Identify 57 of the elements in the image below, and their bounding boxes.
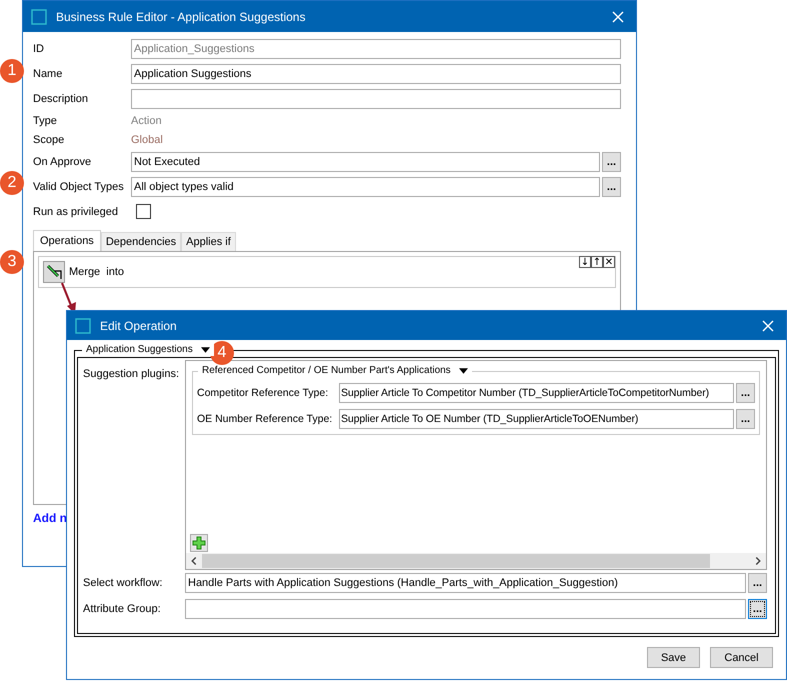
operation-label: Merge into — [69, 266, 124, 278]
field-label: Run as privileged — [33, 206, 119, 218]
text-field[interactable]: Application_Suggestions — [131, 38, 621, 58]
tab[interactable]: Applies if — [181, 232, 236, 251]
text-field[interactable] — [185, 599, 746, 619]
caret-icon[interactable] — [200, 347, 210, 353]
operation-control-button[interactable]: ↑ — [591, 256, 603, 268]
text-field[interactable]: Supplier Article To Competitor Number (TD_SupplierArticleToCompetitorNumber) — [339, 383, 734, 403]
field-label: Suggestion plugins: — [83, 367, 180, 382]
horizontal-scrollbar[interactable] — [186, 553, 766, 569]
checkbox[interactable] — [136, 204, 151, 219]
window-title: Edit Operation — [100, 318, 178, 332]
caret-icon[interactable] — [458, 368, 468, 374]
field-label: Scope — [33, 134, 66, 146]
operation-control-button[interactable]: ↓ — [579, 256, 591, 268]
text-field[interactable]: Not Executed — [131, 152, 600, 172]
browse-button[interactable]: ... — [736, 383, 755, 403]
dialog-button[interactable]: Save — [647, 647, 700, 668]
operation-icon[interactable] — [43, 261, 65, 283]
field-label: Description — [33, 92, 90, 104]
field-value: Global — [131, 134, 163, 146]
browse-button[interactable]: ... — [602, 152, 621, 172]
window-title: Business Rule Editor - Application Suggestions — [56, 10, 306, 24]
field-label: OE Number Reference Type: — [197, 413, 334, 425]
text-field[interactable] — [131, 88, 621, 108]
text-field[interactable]: Handle Parts with Application Suggestions (Handle_Parts_with_Application_Suggestion) — [185, 573, 746, 593]
field-label: ID — [33, 42, 45, 54]
field-label: Attribute Group: — [83, 603, 162, 615]
field-label: Competitor Reference Type: — [197, 387, 330, 399]
field-label: Valid Object Types — [33, 180, 125, 192]
browse-button[interactable]: ... — [748, 599, 767, 619]
callout-badge: 1 — [0, 59, 24, 83]
operation-control-button[interactable]: ✕ — [603, 256, 615, 268]
callout-badge: 2 — [0, 171, 24, 195]
add-link[interactable]: Add n — [33, 511, 67, 525]
field-label: Select workflow: — [83, 577, 164, 589]
window-icon — [75, 318, 91, 334]
field-value: Action — [131, 114, 162, 126]
close-icon[interactable] — [762, 320, 774, 332]
field-label: Type — [33, 114, 58, 126]
browse-button[interactable]: ... — [748, 573, 767, 593]
browse-button[interactable]: ... — [736, 409, 755, 429]
group-legend: Referenced Competitor / OE Number Part's Applications — [202, 365, 451, 377]
field-label: On Approve — [33, 156, 92, 168]
callout-badge: 3 — [0, 250, 24, 274]
text-field[interactable]: Supplier Article To OE Number (TD_SupplierArticleToOENumber) — [339, 409, 734, 429]
close-icon[interactable] — [612, 10, 624, 22]
tab[interactable]: Operations — [33, 230, 101, 251]
browse-button[interactable]: ... — [602, 176, 621, 196]
dialog-button[interactable]: Cancel — [710, 647, 773, 668]
tab[interactable]: Dependencies — [100, 232, 182, 251]
text-field[interactable]: Application Suggestions — [131, 64, 621, 84]
window-icon — [31, 8, 47, 24]
group-legend: Application Suggestions — [86, 344, 193, 356]
text-field[interactable]: All object types valid — [131, 176, 600, 196]
field-label: Name — [33, 68, 64, 80]
operation-row[interactable]: Merge into ↓ ↑ ✕ — [38, 256, 616, 288]
